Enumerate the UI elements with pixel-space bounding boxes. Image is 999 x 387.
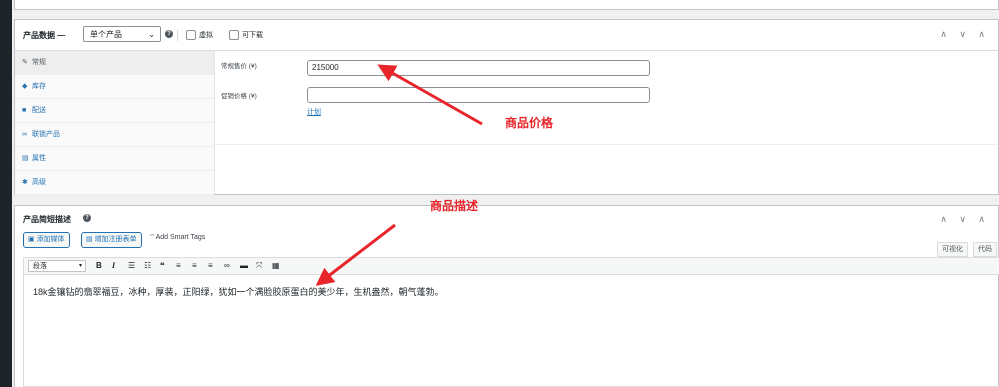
price-annotation: 商品价格 [505,116,554,130]
description-arrow [315,223,396,286]
description-annotation: 商品描述 [430,199,479,213]
price-arrow [377,64,483,126]
annotation-arrows [315,64,483,286]
